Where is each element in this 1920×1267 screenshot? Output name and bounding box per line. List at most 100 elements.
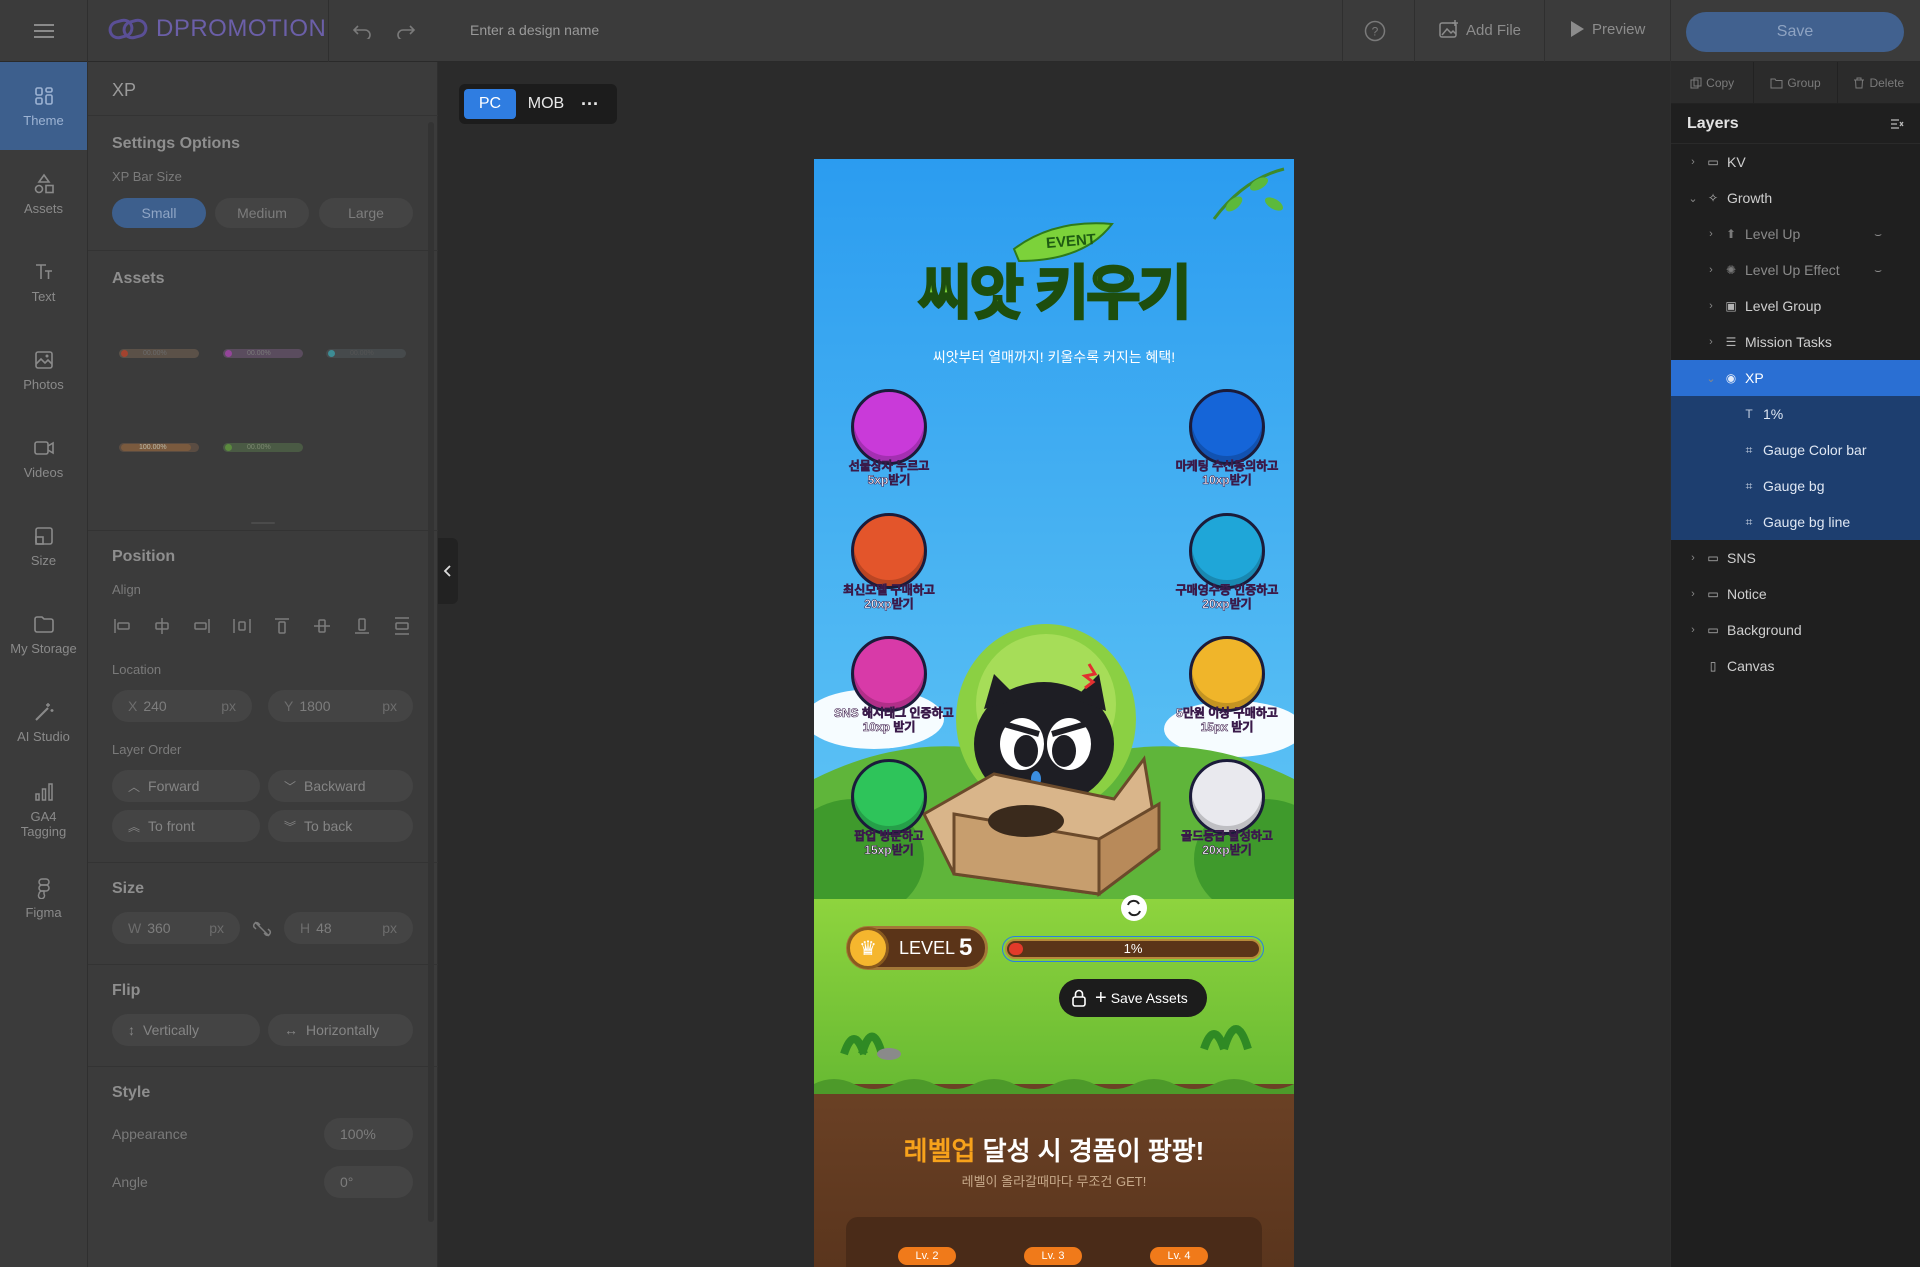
mission-item[interactable]: 마케팅 수신동의하고 10xp받기 xyxy=(1172,389,1282,487)
chevron-right-icon[interactable]: › xyxy=(1687,588,1699,600)
unlink-ratio-icon[interactable] xyxy=(252,919,272,939)
add-file-button[interactable]: Add File xyxy=(1438,19,1521,41)
design-name-input[interactable]: Enter a design name xyxy=(470,22,599,38)
chevron-right-icon[interactable]: › xyxy=(1687,552,1699,564)
copy-button[interactable]: Copy xyxy=(1671,61,1755,104)
layer-item[interactable]: ⌗ Gauge Color bar xyxy=(1671,432,1920,468)
redo-icon[interactable] xyxy=(396,23,416,39)
distribute-h-icon[interactable] xyxy=(232,616,252,636)
chevron-right-icon[interactable]: › xyxy=(1705,300,1717,312)
layer-item[interactable]: ⌗ Gauge bg line xyxy=(1671,504,1920,540)
forward-button[interactable]: ︿ Forward xyxy=(112,770,260,802)
help-button[interactable]: ? xyxy=(1364,20,1386,47)
add-file-label: Add File xyxy=(1466,21,1522,39)
distribute-v-icon[interactable] xyxy=(392,616,412,636)
undo-icon[interactable] xyxy=(352,23,372,39)
chevron-right-icon[interactable]: › xyxy=(1687,156,1699,168)
chevron-right-icon[interactable]: › xyxy=(1705,264,1717,276)
to-front-button[interactable]: ︽ To front xyxy=(112,810,260,842)
backward-button[interactable]: ﹀ Backward xyxy=(268,770,413,802)
flip-horizontal-button[interactable]: ↔ Horizontally xyxy=(268,1014,413,1046)
chevron-right-icon[interactable]: › xyxy=(1705,228,1717,240)
layer-item[interactable]: › ☰ Mission Tasks xyxy=(1671,324,1920,360)
size-small-button[interactable]: Small xyxy=(112,198,206,228)
angle-field[interactable]: 0° xyxy=(324,1166,413,1198)
layer-item[interactable]: › ▭ SNS xyxy=(1671,540,1920,576)
x-field[interactable]: X 240 px xyxy=(112,690,252,722)
hidden-eye-icon[interactable]: ⌣ xyxy=(1874,263,1882,278)
resize-handle[interactable] xyxy=(251,522,275,524)
chevron-right-icon[interactable]: › xyxy=(1687,624,1699,636)
layer-item[interactable]: ⌗ Gauge bg xyxy=(1671,468,1920,504)
mission-item[interactable]: 5만원 이상 구매하고 15px 받기 xyxy=(1172,636,1282,734)
xp-gauge[interactable]: 1% xyxy=(1002,936,1264,962)
panel-scrollbar[interactable] xyxy=(428,122,434,1222)
nav-size[interactable]: Size xyxy=(0,502,87,590)
align-top-icon[interactable] xyxy=(272,616,292,636)
layer-item[interactable]: › ▭ Notice xyxy=(1671,576,1920,612)
hidden-eye-icon[interactable]: ⌣ xyxy=(1874,227,1882,242)
layer-item[interactable]: › ▭ Background xyxy=(1671,612,1920,648)
nav-ga4-tagging[interactable]: GA4 Tagging xyxy=(0,766,87,854)
nav-my-storage[interactable]: My Storage xyxy=(0,590,87,678)
size-medium-button[interactable]: Medium xyxy=(215,198,309,228)
layer-item[interactable]: › ▭ KV xyxy=(1671,144,1920,180)
layer-item[interactable]: ▯ Canvas xyxy=(1671,648,1920,684)
width-field[interactable]: W 360 px xyxy=(112,912,240,944)
mission-item[interactable]: 최신모델 구매하고 20xp받기 xyxy=(834,513,944,611)
reward-title-rest: 달성 시 경품이 팡팡! xyxy=(975,1136,1205,1166)
mission-item[interactable]: 골드등급 달성하고 20xp받기 xyxy=(1172,759,1282,857)
size-large-button[interactable]: Large xyxy=(319,198,413,228)
flip-vertical-button[interactable]: ↕ Vertically xyxy=(112,1014,260,1046)
nav-ai-studio[interactable]: AI Studio xyxy=(0,678,87,766)
preview-button[interactable]: Preview xyxy=(1568,19,1645,39)
nav-videos[interactable]: Videos xyxy=(0,414,87,502)
chevron-right-icon[interactable]: › xyxy=(1705,336,1717,348)
mission-item[interactable]: 선물상자 누르고 5xp받기 xyxy=(834,389,944,487)
layer-item[interactable]: T 1% xyxy=(1671,396,1920,432)
layer-item[interactable]: ⌄ ◉ XP xyxy=(1671,360,1920,396)
chevron-down-icon[interactable]: ⌄ xyxy=(1705,372,1717,385)
level-group-icon: ▣ xyxy=(1725,299,1737,313)
align-center-h-icon[interactable] xyxy=(152,616,172,636)
layer-item[interactable]: ⌄ ✧ Growth xyxy=(1671,180,1920,216)
align-right-icon[interactable] xyxy=(192,616,212,636)
nav-theme[interactable]: Theme xyxy=(0,62,87,150)
asset-xp-bar-5[interactable]: 00.00% xyxy=(223,443,303,452)
tab-mob[interactable]: MOB xyxy=(524,95,568,113)
layer-item[interactable]: › ⬆ Level Up ⌣ xyxy=(1671,216,1920,252)
delete-button[interactable]: Delete xyxy=(1838,62,1920,104)
collapse-panel-button[interactable] xyxy=(438,538,458,604)
asset-xp-bar-1[interactable]: 00.00% xyxy=(119,349,199,358)
mission-label: 15px 받기 xyxy=(1200,720,1254,735)
layer-item[interactable]: › ✺ Level Up Effect ⌣ xyxy=(1671,252,1920,288)
more-options-icon[interactable]: ··· xyxy=(576,94,604,115)
asset-xp-bar-4[interactable]: 100.00% xyxy=(119,443,199,452)
tab-pc[interactable]: PC xyxy=(464,89,516,119)
height-field[interactable]: H 48 px xyxy=(284,912,413,944)
chevron-down-icon[interactable]: ⌄ xyxy=(1687,192,1699,205)
align-middle-icon[interactable] xyxy=(312,616,332,636)
save-button[interactable]: Save xyxy=(1686,12,1904,52)
nav-figma[interactable]: Figma xyxy=(0,854,87,942)
logo[interactable]: DPROMOTION xyxy=(108,15,326,43)
to-back-button[interactable]: ︾ To back xyxy=(268,810,413,842)
layer-item[interactable]: › ▣ Level Group xyxy=(1671,288,1920,324)
mission-item[interactable]: 팝업 방문하고 15xp받기 xyxy=(834,759,944,857)
save-assets-button[interactable]: + Save Assets xyxy=(1059,979,1207,1017)
group-button[interactable]: Group xyxy=(1754,61,1838,104)
artboard[interactable]: EVENT 씨앗 키우기 씨앗부터 열매까지! 키울수록 커지는 혜택! 선물상… xyxy=(814,159,1294,1267)
mission-item[interactable]: 구매영수증 인증하고 20xp받기 xyxy=(1172,513,1282,611)
asset-xp-bar-3[interactable]: 00.00% xyxy=(326,349,406,358)
nav-photos[interactable]: Photos xyxy=(0,326,87,414)
appearance-field[interactable]: 100% xyxy=(324,1118,413,1150)
nav-text[interactable]: Text xyxy=(0,238,87,326)
y-field[interactable]: Y 1800 px xyxy=(268,690,413,722)
align-bottom-icon[interactable] xyxy=(352,616,372,636)
menu-button[interactable] xyxy=(0,0,88,62)
align-left-icon[interactable] xyxy=(112,616,132,636)
layers-options-icon[interactable] xyxy=(1890,118,1904,130)
nav-assets[interactable]: Assets xyxy=(0,150,87,238)
mission-item[interactable]: SNS 해시태그 인증하고 10xp 받기 xyxy=(834,636,954,734)
asset-xp-bar-2[interactable]: 00.00% xyxy=(223,349,303,358)
